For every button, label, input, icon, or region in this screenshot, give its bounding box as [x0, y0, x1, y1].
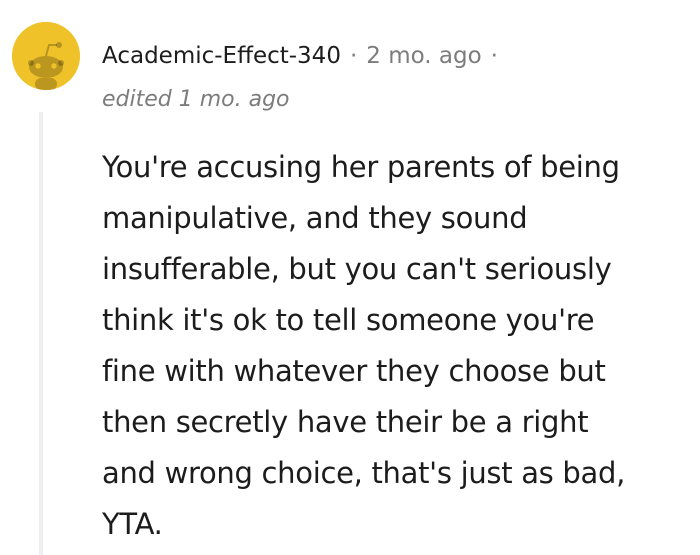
comment-body-line: and wrong choice, that's just as bad, — [102, 456, 626, 490]
comment-body-line: think it's ok to tell someone you're — [102, 303, 595, 337]
timestamp-link[interactable]: 2 mo. ago — [366, 38, 481, 74]
comment-meta: Academic-Effect-340 · 2 mo. ago · — [102, 38, 507, 74]
edited-label: edited 1 mo. ago — [102, 87, 290, 112]
snoo-icon — [12, 22, 80, 90]
comment-body-line: You're accusing her parents of being — [102, 150, 620, 184]
comment: Academic-Effect-340 · 2 mo. ago · edited… — [0, 0, 700, 555]
thread-line[interactable] — [39, 112, 43, 555]
comment-body-line: fine with whatever they choose but — [102, 354, 606, 388]
comment-body-line: insufferable, but you can't seriously — [102, 252, 612, 286]
reddit-snoo-avatar-icon[interactable] — [12, 22, 80, 90]
meta-separator: · — [490, 43, 498, 69]
comment-body-line: manipulative, and they sound — [102, 201, 528, 235]
comment-body: You're accusing her parents of being man… — [102, 142, 697, 550]
comment-body-line: YTA. — [102, 507, 163, 541]
meta-separator: · — [349, 43, 358, 69]
author-link[interactable]: Academic-Effect-340 — [102, 38, 341, 74]
comment-body-line: then secretly have their be a right — [102, 405, 589, 439]
